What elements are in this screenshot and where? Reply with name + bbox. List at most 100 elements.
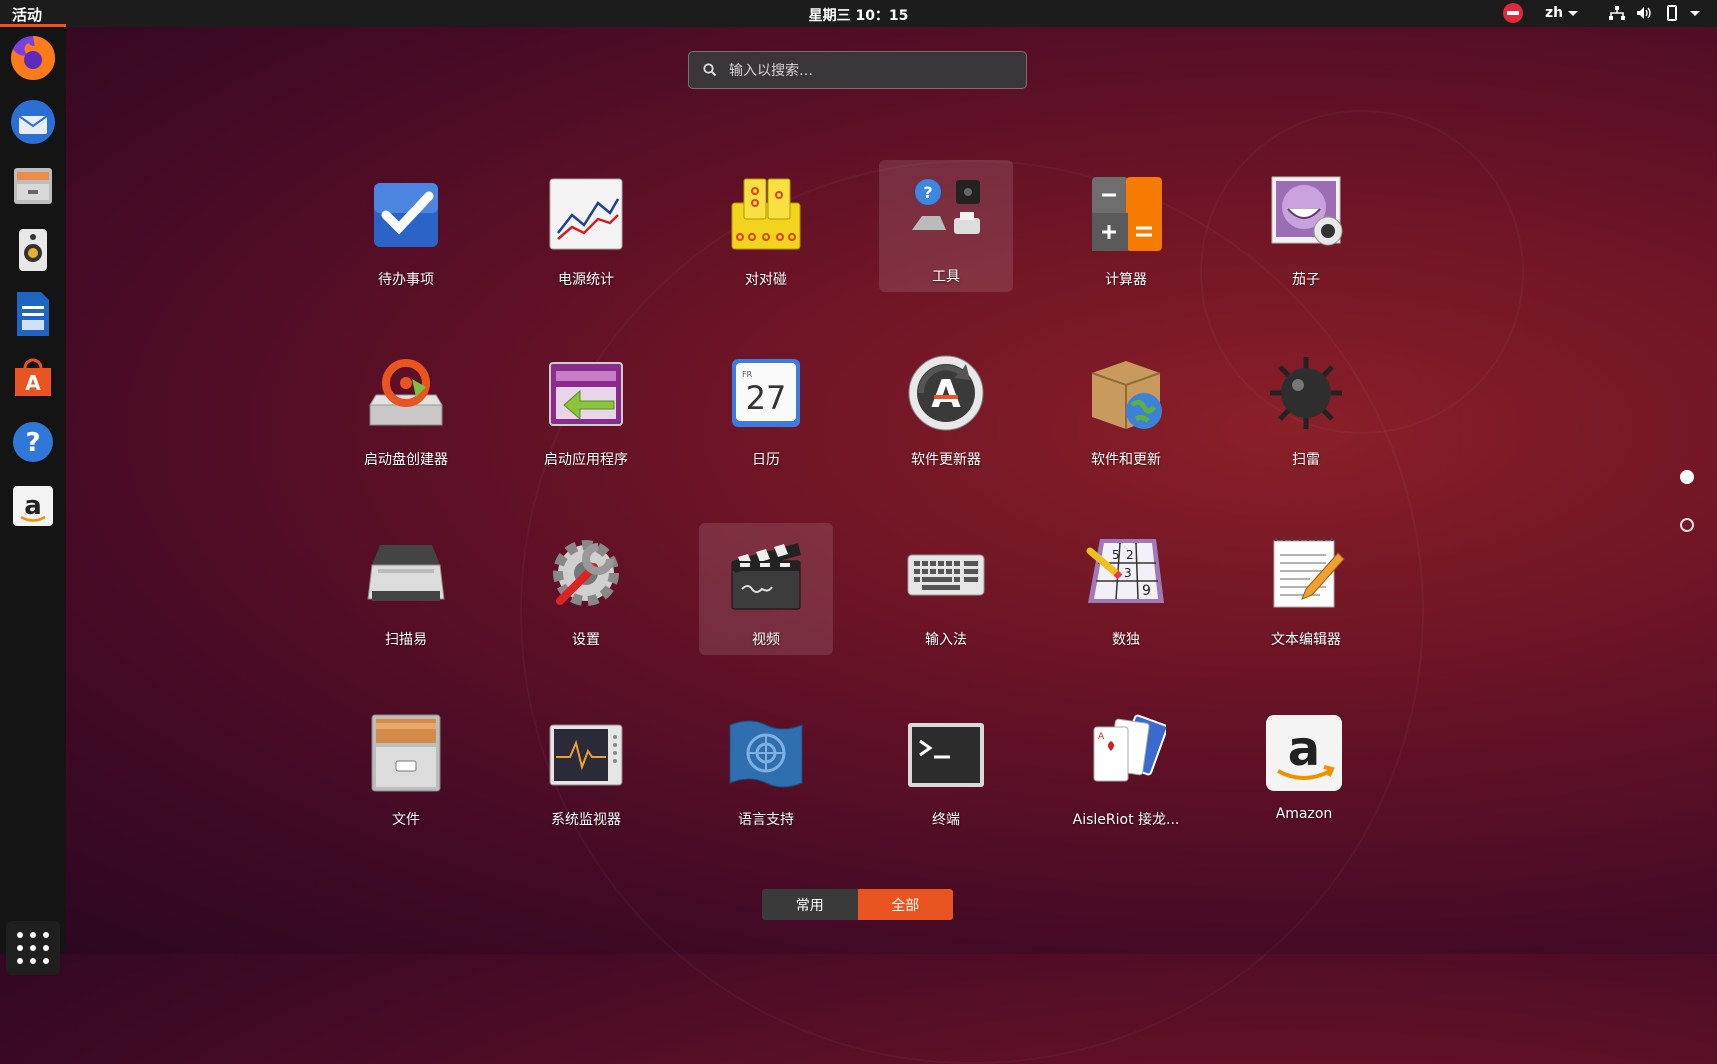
search-input[interactable] <box>727 52 1021 90</box>
system-monitor-icon <box>549 724 623 786</box>
app-label: 扫雷 <box>1292 452 1320 468</box>
app-label: 待办事项 <box>378 272 434 288</box>
writer-icon[interactable] <box>8 289 58 339</box>
app-label: 对对碰 <box>745 272 787 288</box>
app-cheese[interactable]: 茄子 <box>1239 163 1373 295</box>
line-graph-icon <box>549 178 623 250</box>
mine-icon <box>1270 357 1342 429</box>
grid-dot-icon <box>43 932 49 938</box>
utilities-folder-icon: ? <box>912 179 980 234</box>
firefox-icon[interactable] <box>8 33 58 83</box>
app-label: 计算器 <box>1105 272 1147 288</box>
svg-text:a: a <box>1288 721 1320 777</box>
app-amazon[interactable]: a Amazon <box>1237 703 1371 835</box>
app-label: AisleRiot 接龙... <box>1072 812 1180 828</box>
app-calendar[interactable]: FR 27 日历 <box>699 343 833 475</box>
rhythmbox-icon[interactable] <box>8 225 58 275</box>
app-files[interactable]: 文件 <box>339 703 473 835</box>
app-language-support[interactable]: 语言支持 <box>699 703 833 835</box>
grid-dot-icon <box>43 945 49 951</box>
app-startup-disk-creator[interactable]: 启动盘创建器 <box>339 343 473 475</box>
show-applications-button[interactable] <box>6 921 60 975</box>
app-folder-utilities[interactable]: ? 工具 <box>879 160 1013 292</box>
app-label: Amazon <box>1275 806 1333 822</box>
battery-icon[interactable] <box>1667 5 1677 21</box>
app-aisleriot[interactable]: A AisleRiot 接龙... <box>1059 703 1193 835</box>
amazon-icon[interactable]: a <box>8 481 58 531</box>
settings-gear-icon <box>553 540 619 606</box>
svg-text:5: 5 <box>1112 548 1120 562</box>
startup-apps-icon <box>549 362 623 426</box>
thunderbird-icon[interactable] <box>8 97 58 147</box>
app-system-monitor[interactable]: 系统监视器 <box>519 703 653 835</box>
svg-text:9: 9 <box>1142 583 1151 599</box>
calendar-icon: FR27 <box>732 359 800 427</box>
package-globe-icon <box>1091 361 1162 429</box>
network-icon[interactable] <box>1609 6 1625 20</box>
do-not-disturb-icon[interactable] <box>1503 3 1523 23</box>
svg-text:?: ? <box>923 183 932 202</box>
checkbox-icon <box>374 183 438 247</box>
playing-cards-icon: A <box>1093 714 1166 782</box>
app-text-editor[interactable]: 文本编辑器 <box>1239 523 1373 655</box>
mahjong-tiles-icon <box>731 178 801 250</box>
app-terminal[interactable]: 终端 <box>879 703 1013 835</box>
terminal-icon <box>908 723 984 787</box>
help-icon[interactable]: ? <box>8 417 58 467</box>
app-sudoku[interactable]: 52 39 数独 <box>1059 523 1193 655</box>
page-indicator-1[interactable] <box>1680 470 1694 484</box>
clock[interactable]: 星期三 10：15 <box>0 5 1717 25</box>
file-cabinet-icon[interactable] <box>8 161 58 211</box>
app-startup-applications[interactable]: 启动应用程序 <box>519 343 653 475</box>
app-label: 输入法 <box>925 632 967 648</box>
grid-dot-icon <box>30 945 36 951</box>
svg-text:A: A <box>25 371 41 395</box>
search-box[interactable] <box>688 51 1027 90</box>
app-todo[interactable]: 待办事项 <box>339 163 473 295</box>
volume-icon[interactable] <box>1636 6 1652 20</box>
system-menu-chevron-icon[interactable] <box>1690 11 1700 16</box>
app-label: 电源统计 <box>558 272 614 288</box>
app-software-updater[interactable]: A 软件更新器 <box>879 343 1013 475</box>
scanner-icon <box>367 545 445 601</box>
app-label: 语言支持 <box>738 812 794 828</box>
grid-dot-icon <box>17 945 23 951</box>
app-label: 茄子 <box>1292 272 1320 288</box>
software-store-icon[interactable]: A <box>8 353 58 403</box>
all-apps-button[interactable]: 全部 <box>857 889 953 920</box>
frequent-apps-button[interactable]: 常用 <box>762 889 858 920</box>
app-power-statistics[interactable]: 电源统计 <box>519 163 653 295</box>
clapperboard-icon <box>731 543 801 610</box>
page-indicator-2[interactable] <box>1680 518 1694 532</box>
app-software-and-updates[interactable]: 软件和更新 <box>1059 343 1193 475</box>
usb-disk-icon <box>369 359 443 426</box>
app-label: 文本编辑器 <box>1271 632 1341 648</box>
svg-text:A: A <box>931 372 961 416</box>
grid-dot-icon <box>30 958 36 964</box>
chevron-down-icon <box>1568 11 1578 16</box>
file-cabinet-icon <box>371 714 441 792</box>
app-view-switcher: 常用 全部 <box>762 889 953 920</box>
app-videos[interactable]: 视频 <box>699 523 833 655</box>
app-label: 设置 <box>572 632 600 648</box>
app-calculator[interactable]: 计算器 <box>1059 163 1193 295</box>
app-label: 文件 <box>392 812 420 828</box>
app-simple-scan[interactable]: 扫描易 <box>339 523 473 655</box>
app-label: 软件更新器 <box>911 452 981 468</box>
app-swell-foop[interactable]: 对对碰 <box>699 163 833 295</box>
language-flag-icon <box>729 720 803 788</box>
text-editor-icon <box>1273 537 1345 608</box>
svg-text:A: A <box>1098 732 1105 742</box>
search-icon <box>703 63 717 77</box>
app-label: 视频 <box>752 632 780 648</box>
app-mines[interactable]: 扫雷 <box>1239 343 1373 475</box>
app-label: 系统监视器 <box>551 812 621 828</box>
app-settings[interactable]: 设置 <box>519 523 653 655</box>
keyboard-icon <box>907 554 985 596</box>
input-language-indicator[interactable]: zh <box>1545 5 1563 21</box>
svg-text:2: 2 <box>1126 548 1134 562</box>
sudoku-icon: 5 2 39 <box>1086 539 1164 603</box>
app-input-method[interactable]: 输入法 <box>879 523 1013 655</box>
app-label: 扫描易 <box>385 632 427 648</box>
app-label: 启动盘创建器 <box>364 452 448 468</box>
